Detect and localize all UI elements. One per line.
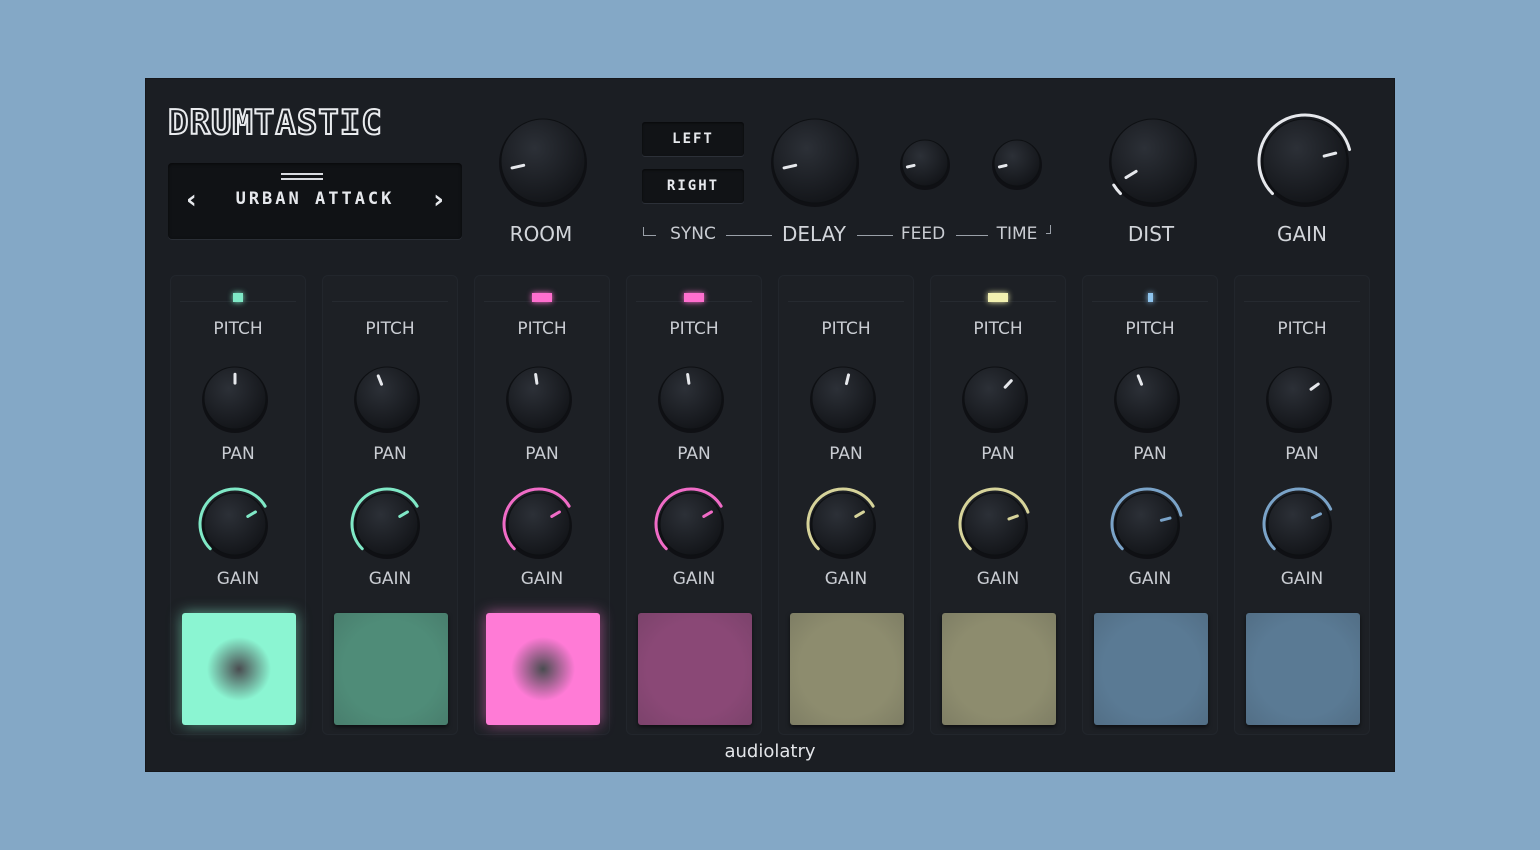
pan-knob[interactable] (198, 487, 272, 561)
channel-led (1147, 293, 1153, 302)
channel-strip: PITCH PAN GAIN (1082, 275, 1218, 735)
feed-knob[interactable] (896, 134, 954, 192)
bracket-left (643, 227, 656, 236)
led-track (1244, 289, 1360, 302)
delay-label: DELAY (782, 222, 846, 246)
channel-strip: PITCH PAN GAIN (474, 275, 610, 735)
drumtastic-logo: DRUMTASTIC (167, 102, 383, 144)
drum-pad[interactable] (790, 613, 904, 725)
channel-strip: PITCH PAN GAIN (1234, 275, 1370, 735)
divider-line (726, 235, 772, 236)
gain-label: GAIN (976, 569, 1020, 589)
pitch-label: PITCH (1125, 319, 1175, 339)
right-button[interactable]: RIGHT (642, 169, 744, 203)
pan-knob[interactable] (1262, 487, 1336, 561)
pan-label: PAN (981, 444, 1015, 464)
audiolatry-brand: audiolatry (724, 741, 816, 762)
divider-line (857, 235, 893, 236)
channel-led (233, 293, 243, 302)
pan-label: PAN (373, 444, 407, 464)
channel-strip: PITCH PAN GAIN (170, 275, 306, 735)
gain-label: GAIN (520, 569, 564, 589)
pitch-knob[interactable] (958, 361, 1032, 435)
led-track (788, 289, 904, 302)
pitch-label: PITCH (1277, 319, 1327, 339)
preset-display: ‹ URBAN ATTACK › (168, 163, 462, 239)
pitch-knob[interactable] (806, 361, 880, 435)
channel-led (532, 293, 552, 302)
dist-knob[interactable] (1105, 113, 1201, 209)
pitch-label: PITCH (213, 319, 263, 339)
time-knob[interactable] (988, 134, 1046, 192)
pitch-knob[interactable] (198, 361, 272, 435)
channel-led (988, 293, 1008, 302)
time-label: TIME (996, 224, 1038, 244)
dist-label: DIST (1127, 222, 1175, 246)
channel-strip: PITCH PAN GAIN (322, 275, 458, 735)
channel-strip: PITCH PAN GAIN (778, 275, 914, 735)
pan-knob[interactable] (502, 487, 576, 561)
pan-label: PAN (1285, 444, 1319, 464)
preset-name[interactable]: URBAN ATTACK (208, 189, 422, 209)
gain-label: GAIN (216, 569, 260, 589)
drum-pad[interactable] (1246, 613, 1360, 725)
delay-knob[interactable] (767, 113, 863, 209)
gain-label: GAIN (1128, 569, 1172, 589)
pan-label: PAN (525, 444, 559, 464)
sync-label: SYNC (670, 224, 716, 244)
room-knob[interactable] (495, 113, 591, 209)
preset-menu-handle-icon[interactable] (281, 173, 323, 180)
master-gain-label: GAIN (1276, 222, 1328, 246)
pitch-knob[interactable] (654, 361, 728, 435)
preset-next-icon[interactable]: › (433, 185, 444, 215)
room-label: ROOM (509, 222, 573, 246)
pan-label: PAN (677, 444, 711, 464)
pitch-knob[interactable] (350, 361, 424, 435)
led-track (332, 289, 448, 302)
pan-label: PAN (221, 444, 255, 464)
channel-strip: PITCH PAN GAIN (626, 275, 762, 735)
master-gain-knob[interactable] (1257, 113, 1353, 209)
bracket-right (1046, 225, 1051, 234)
plugin-panel: DRUMTASTIC ‹ URBAN ATTACK › ROOM LEFT RI… (146, 79, 1394, 771)
pitch-label: PITCH (669, 319, 719, 339)
pan-knob[interactable] (350, 487, 424, 561)
channel-strip: PITCH PAN GAIN (930, 275, 1066, 735)
channel-led (684, 293, 704, 302)
drum-pad[interactable] (182, 613, 296, 725)
pitch-label: PITCH (517, 319, 567, 339)
pan-knob[interactable] (654, 487, 728, 561)
gain-label: GAIN (824, 569, 868, 589)
drum-pad[interactable] (638, 613, 752, 725)
pitch-label: PITCH (821, 319, 871, 339)
pitch-knob[interactable] (1110, 361, 1184, 435)
drum-pad[interactable] (486, 613, 600, 725)
preset-prev-icon[interactable]: ‹ (186, 185, 197, 215)
divider-line (956, 235, 988, 236)
pitch-label: PITCH (365, 319, 415, 339)
feed-label: FEED (900, 224, 946, 244)
drum-pad[interactable] (334, 613, 448, 725)
pitch-label: PITCH (973, 319, 1023, 339)
gain-label: GAIN (368, 569, 412, 589)
pan-knob[interactable] (806, 487, 880, 561)
pan-label: PAN (829, 444, 863, 464)
pan-knob[interactable] (1110, 487, 1184, 561)
pitch-knob[interactable] (1262, 361, 1336, 435)
pan-label: PAN (1133, 444, 1167, 464)
pan-knob[interactable] (958, 487, 1032, 561)
gain-label: GAIN (1280, 569, 1324, 589)
drum-pad[interactable] (1094, 613, 1208, 725)
drum-pad[interactable] (942, 613, 1056, 725)
pitch-knob[interactable] (502, 361, 576, 435)
gain-label: GAIN (672, 569, 716, 589)
left-button[interactable]: LEFT (642, 122, 744, 156)
